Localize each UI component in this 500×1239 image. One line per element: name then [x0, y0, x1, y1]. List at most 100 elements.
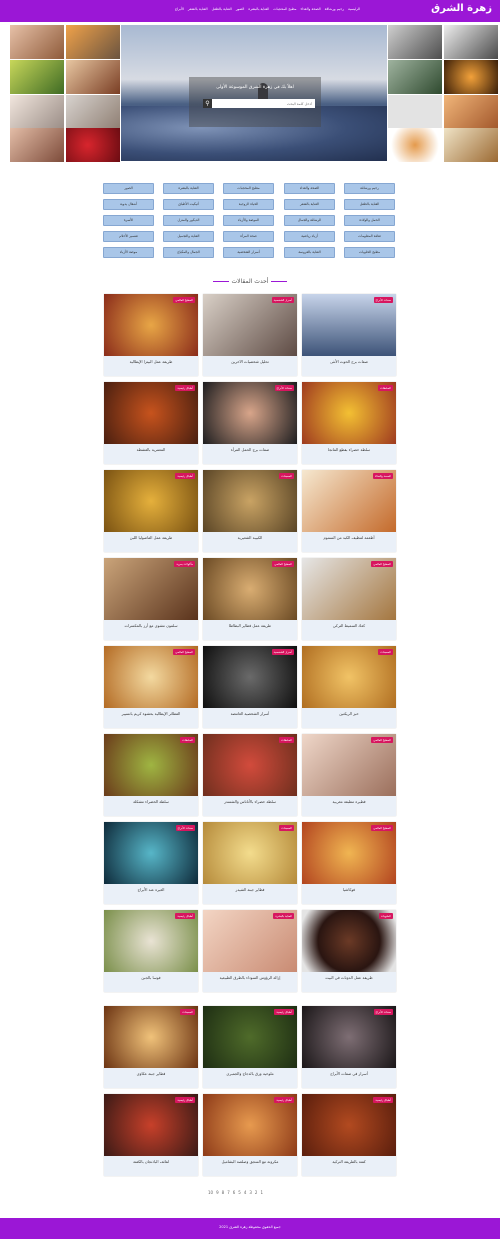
category-button[interactable]: الحمل والولادة — [344, 215, 395, 226]
category-badge[interactable]: المطبخ العالمي — [371, 737, 393, 743]
category-badge[interactable]: أطباق رئيسية — [274, 1009, 294, 1015]
article-card[interactable]: العناية بالبشرة إزالة الرؤوس السوداء بال… — [203, 910, 297, 992]
category-badge[interactable]: أسرار الشخصية — [271, 649, 294, 655]
category-button[interactable]: مطبخ الحلويات — [344, 247, 395, 258]
category-badge[interactable]: السلطات — [378, 385, 393, 391]
article-card[interactable]: أطباق رئيسية طريقة عمل الفاصوليا اللبن — [104, 470, 198, 552]
article-card[interactable]: أطباق رئيسية فوسا بالجبن — [104, 910, 198, 992]
article-card[interactable]: صفات الأبراج أسرار في صفات الأبراج — [302, 1006, 396, 1088]
page-link[interactable]: 5 — [238, 1190, 241, 1195]
article-card[interactable]: أطباق رئيسية ملوخية ورق بالدجاج والجمبري — [203, 1006, 297, 1088]
category-badge[interactable]: أطباق رئيسية — [274, 1097, 294, 1103]
article-card[interactable]: المطبخ العالمي فوكاشيا — [302, 822, 396, 904]
page-link[interactable]: 7 — [227, 1190, 230, 1195]
article-card[interactable]: أسرار الشخصية تحليل شخصيات الآخرين — [203, 294, 297, 376]
article-title[interactable]: طريقة عمل فطاير البطاطا — [205, 623, 295, 629]
category-badge[interactable]: المعجنات — [279, 825, 294, 831]
category-badge[interactable]: أسرار الشخصية — [271, 297, 294, 303]
hero-image[interactable] — [444, 60, 498, 94]
category-badge[interactable]: صفات الأبراج — [274, 385, 294, 391]
category-badge[interactable]: صفات الأبراج — [373, 297, 393, 303]
hero-image[interactable] — [388, 95, 442, 129]
article-card[interactable]: المعجنات فطاير جبنة الشيدر — [203, 822, 297, 904]
article-card[interactable]: صفات الأبراج الغيرة عند الأبراج — [104, 822, 198, 904]
category-badge[interactable]: السلطات — [180, 737, 195, 743]
article-title[interactable]: الكبيبة الشعيرية — [205, 535, 295, 541]
category-button[interactable]: أتيكيت الأطباق — [163, 199, 214, 210]
article-title[interactable]: كعك السميط التركي — [304, 623, 394, 629]
article-card[interactable]: المطبخ العالمي طريقة عمل البيتزا الإيطال… — [104, 294, 198, 376]
hero-image[interactable] — [444, 95, 498, 129]
hero-image[interactable] — [10, 25, 64, 59]
nav-item[interactable]: العناية بالشعر — [188, 7, 208, 11]
category-button[interactable]: الحياة الزوجية — [223, 199, 274, 210]
hero-image[interactable] — [388, 60, 442, 94]
hero-image[interactable] — [10, 60, 64, 94]
hero-image[interactable] — [388, 128, 442, 162]
category-button[interactable]: العناية والتجميل — [163, 231, 214, 242]
nav-item[interactable]: الأبراج — [175, 7, 184, 11]
category-badge[interactable]: المطبخ العالمي — [272, 561, 294, 567]
nav-item[interactable]: الصور — [236, 7, 245, 11]
article-card[interactable]: صفات الأبراج صفات برج الحوت الأنثى — [302, 294, 396, 376]
article-title[interactable]: إزالة الرؤوس السوداء بالطرق الطبيعية — [205, 975, 295, 981]
article-card[interactable]: السلطات سلطة الخضراء مشكلة — [104, 734, 198, 816]
hero-image[interactable] — [444, 25, 498, 59]
page-link[interactable]: 1 — [260, 1190, 263, 1195]
category-badge[interactable]: أطباق رئيسية — [175, 1097, 195, 1103]
category-button[interactable]: صحة المرأة — [223, 231, 274, 242]
article-card[interactable]: المعجنات فطاير جبنة عكاوي — [104, 1006, 198, 1088]
article-card[interactable]: أطباق رئيسية المعمرية بالقشطة — [104, 382, 198, 464]
category-badge[interactable]: العناية بالبشرة — [273, 913, 294, 919]
page-link[interactable]: 8 — [222, 1190, 225, 1195]
category-badge[interactable]: صفات الأبراج — [373, 1009, 393, 1015]
article-title[interactable]: المعمرية بالقشطة — [106, 447, 196, 453]
hero-image[interactable] — [66, 128, 120, 162]
category-badge[interactable]: أطباق رئيسية — [175, 473, 195, 479]
category-badge[interactable]: المعجنات — [279, 473, 294, 479]
search-input[interactable] — [212, 99, 315, 108]
search-icon[interactable]: ⚲ — [203, 99, 212, 108]
category-button[interactable]: العناية بالعروسة — [284, 247, 335, 258]
article-title[interactable]: فوسا بالجبن — [106, 975, 196, 981]
article-title[interactable]: كفتة بالطريقة التركية — [304, 1159, 394, 1165]
nav-item[interactable]: العناية بالطفل — [212, 7, 232, 11]
article-card[interactable]: أطباق رئيسية مكرونة مع السجق وصلصة البشا… — [203, 1094, 297, 1176]
hero-image[interactable] — [444, 128, 498, 162]
nav-item[interactable]: العناية بالبشرة — [248, 7, 269, 11]
category-badge[interactable]: أطباق رئيسية — [175, 913, 195, 919]
category-badge[interactable]: المعجنات — [180, 1009, 195, 1015]
article-card[interactable]: أطباق رئيسية لفائف الباذنجان بالكفتة — [104, 1094, 198, 1176]
article-title[interactable]: طريقة عمل الفاصوليا اللبن — [106, 535, 196, 541]
category-button[interactable]: أشغال يدوية — [103, 199, 154, 210]
category-badge[interactable]: المعجنات — [378, 649, 393, 655]
article-title[interactable]: صفات برج الحوت الأنثى — [304, 359, 394, 365]
article-title[interactable]: الغيرة عند الأبراج — [106, 887, 196, 893]
article-title[interactable]: فطاير جبنة عكاوي — [106, 1071, 196, 1077]
category-badge[interactable]: السلطات — [279, 737, 294, 743]
hero-image[interactable] — [10, 128, 64, 162]
category-button[interactable]: موضة الأزياء — [103, 247, 154, 258]
article-title[interactable]: طريقة عمل الدونات في البيت — [304, 975, 394, 981]
page-link[interactable]: 10 — [208, 1190, 213, 1195]
category-badge[interactable]: المطبخ العالمي — [173, 649, 195, 655]
article-title[interactable]: ملوخية ورق بالدجاج والجمبري — [205, 1071, 295, 1077]
category-button[interactable]: مطبخ المحجبات — [223, 183, 274, 194]
category-button[interactable]: الموضة والأزياء — [223, 215, 274, 226]
article-title[interactable]: صفات برج الحمل المرأة — [205, 447, 295, 453]
nav-item[interactable]: مطبخ المحجبات — [273, 7, 296, 11]
category-button[interactable]: العناية بالبشرة — [163, 183, 214, 194]
category-badge[interactable]: أطباق رئيسية — [373, 1097, 393, 1103]
page-link[interactable]: 6 — [233, 1190, 236, 1195]
category-button[interactable]: العناية بالطفل — [344, 199, 395, 210]
category-button[interactable]: أزياء رياضية — [284, 231, 335, 242]
category-badge[interactable]: أطباق رئيسية — [175, 385, 195, 391]
article-card[interactable]: صفات الأبراج صفات برج الحمل المرأة — [203, 382, 297, 464]
article-title[interactable]: لفائف الباذنجان بالكفتة — [106, 1159, 196, 1165]
article-card[interactable]: الصحة والغذاء أطعمة لتنظيف الكبد من السم… — [302, 470, 396, 552]
category-badge[interactable]: الصحة والغذاء — [372, 473, 393, 479]
category-badge[interactable]: الحلويات — [378, 913, 393, 919]
nav-item[interactable]: الصحة والغذاء — [300, 7, 320, 11]
article-title[interactable]: فوكاشيا — [304, 887, 394, 893]
category-badge[interactable]: المطبخ العالمي — [371, 561, 393, 567]
